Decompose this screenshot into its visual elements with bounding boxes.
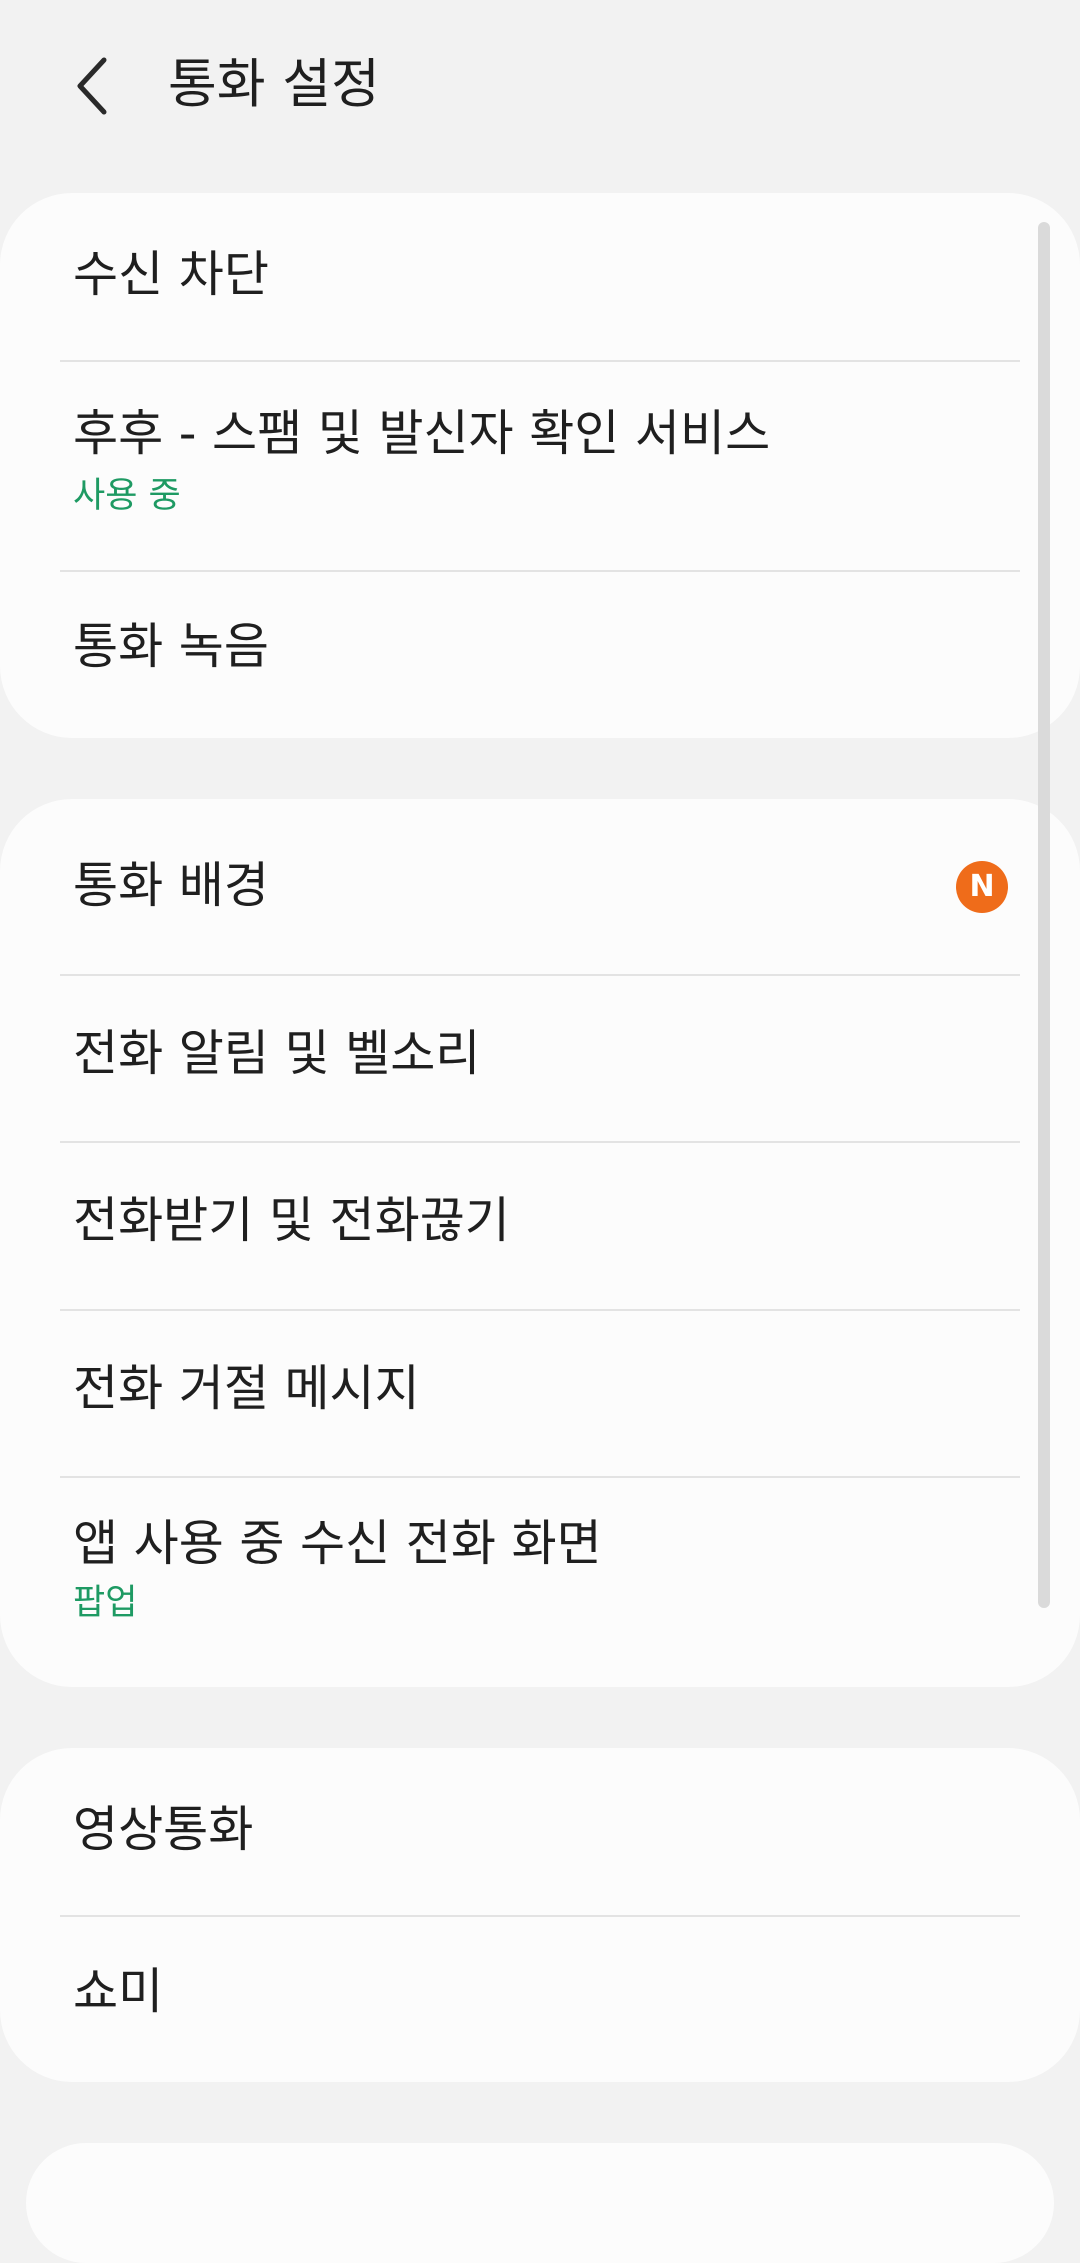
app-bar: 통화 설정 (0, 0, 1080, 180)
settings-group-more (26, 2143, 1054, 2263)
item-status: 팝업 (73, 1583, 138, 1623)
answer-end-calls-item[interactable]: 전화받기 및 전화끊기 (0, 1143, 1080, 1309)
item-label: 앱 사용 중 수신 전화 화면 (73, 1515, 602, 1572)
item-label: 영상통화 (73, 1801, 254, 1858)
page-title: 통화 설정 (168, 54, 380, 115)
call-recording-item[interactable]: 통화 녹음 (0, 572, 1080, 738)
item-label: 통화 배경 (73, 857, 269, 914)
incoming-call-display-item[interactable]: 앱 사용 중 수신 전화 화면 팝업 (0, 1478, 1080, 1687)
item-label: 통화 녹음 (73, 618, 269, 675)
item-status: 사용 중 (73, 476, 181, 516)
decline-messages-item[interactable]: 전화 거절 메시지 (0, 1311, 1080, 1477)
chevron-left-icon (77, 57, 107, 115)
item-label: 전화받기 및 전화끊기 (73, 1192, 510, 1249)
item-label: 전화 알림 및 벨소리 (73, 1025, 481, 1082)
settings-group-blocking: 수신 차단 후후 - 스팸 및 발신자 확인 서비스 사용 중 통화 녹음 (0, 193, 1080, 738)
settings-group-video: 영상통화 쇼미 (0, 1748, 1080, 2082)
item-label: 후후 - 스팸 및 발신자 확인 서비스 (73, 405, 771, 462)
new-badge: N (956, 861, 1008, 913)
block-numbers-item[interactable]: 수신 차단 (0, 193, 1080, 361)
back-button[interactable] (60, 46, 124, 126)
showme-item[interactable]: 쇼미 (0, 1917, 1080, 2082)
video-call-item[interactable]: 영상통화 (0, 1748, 1080, 1916)
ringtone-alerts-item[interactable]: 전화 알림 및 벨소리 (0, 976, 1080, 1142)
scrollbar[interactable] (1038, 222, 1050, 1608)
item-label: 전화 거절 메시지 (73, 1360, 420, 1417)
item-label: 쇼미 (73, 1963, 164, 2020)
settings-group-call-display: 통화 배경 N 전화 알림 및 벨소리 전화받기 및 전화끊기 전화 거절 메시… (0, 799, 1080, 1687)
item-label: 수신 차단 (73, 246, 269, 303)
whowho-spam-caller-id-item[interactable]: 후후 - 스팸 및 발신자 확인 서비스 사용 중 (0, 362, 1080, 570)
call-background-item[interactable]: 통화 배경 N (0, 799, 1080, 974)
